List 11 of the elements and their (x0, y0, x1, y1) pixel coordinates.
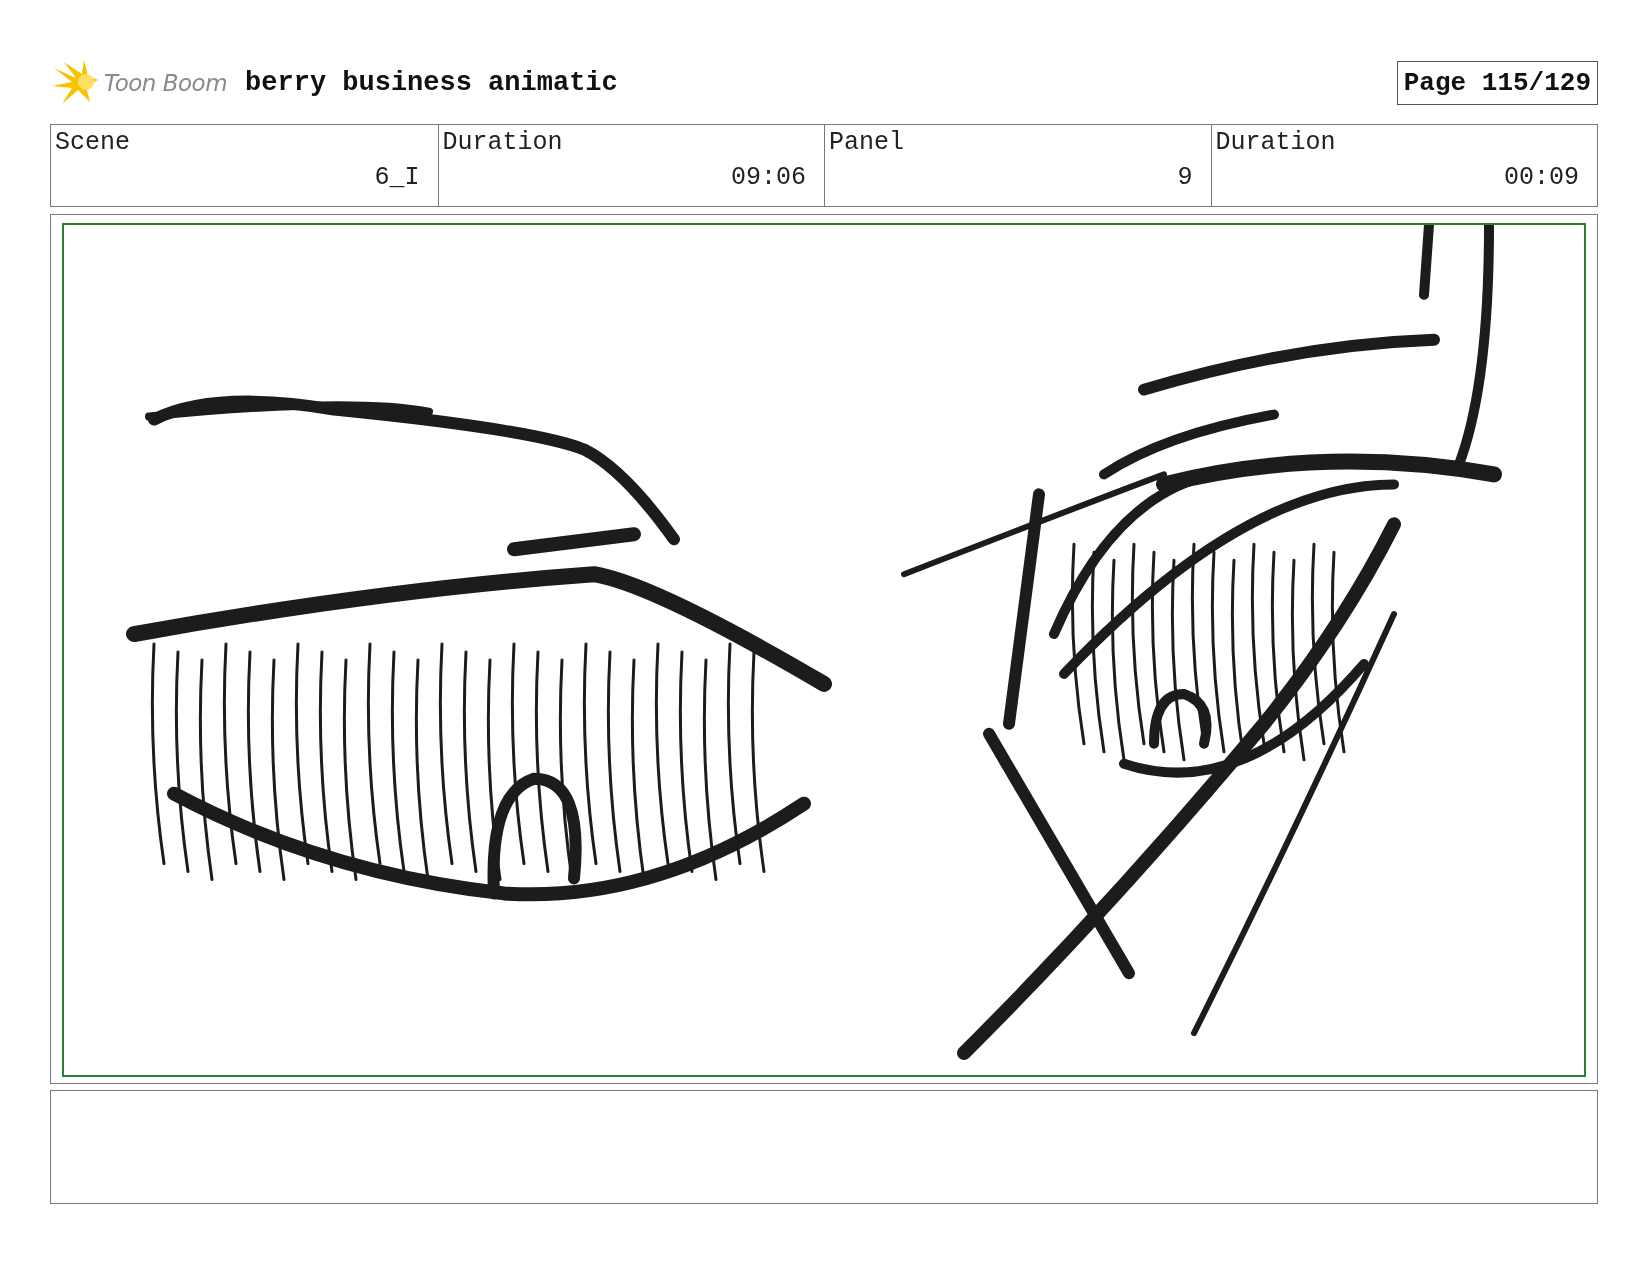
field-label: Duration (442, 128, 563, 157)
page-number: Page 115/129 (1396, 61, 1598, 105)
field-label: Panel (829, 128, 904, 157)
logo-text: Toon Boom (104, 70, 228, 96)
field-value: 09:06 (731, 163, 806, 192)
field-label: Scene (55, 128, 130, 157)
document-title: berry business animatic (245, 68, 618, 98)
field-value: 00:09 (1504, 163, 1579, 192)
field-label: Duration (1215, 128, 1336, 157)
field-value: 6_I (374, 163, 420, 192)
field-value: 9 (1177, 163, 1193, 192)
